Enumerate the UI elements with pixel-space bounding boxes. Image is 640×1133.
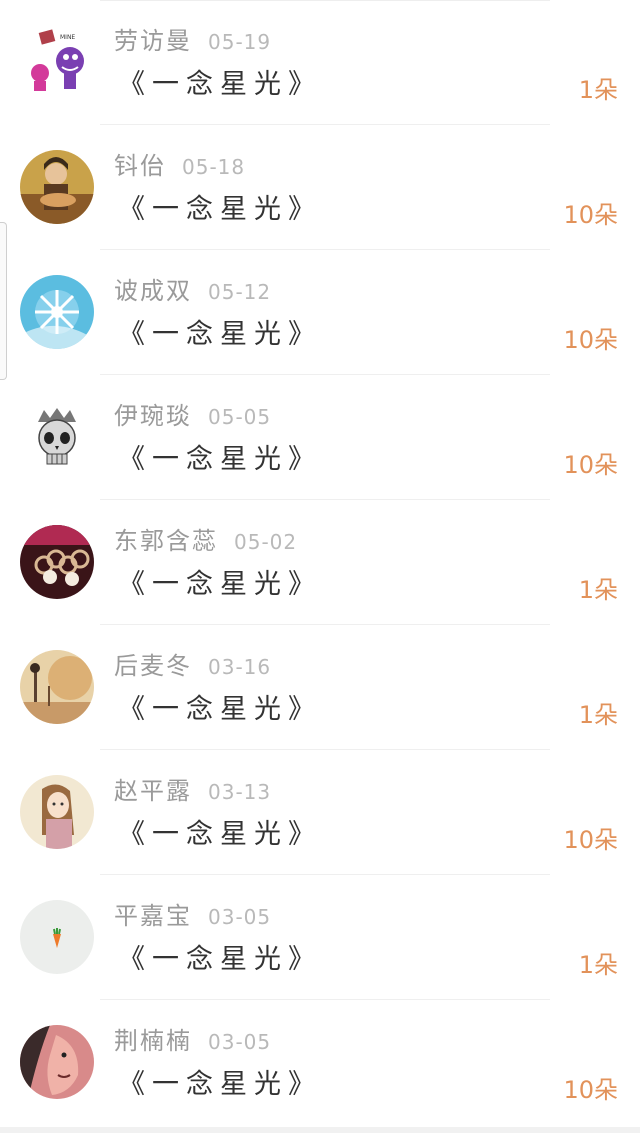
list-item[interactable]: 诐成双 05-12 《一念星光》 10朵 (0, 250, 640, 375)
gift-title: 《一念星光》 (118, 569, 322, 600)
list-item[interactable]: 伊琬琰 05-05 《一念星光》 10朵 (0, 375, 640, 500)
flower-count: 10朵 (563, 201, 618, 229)
flower-count: 10朵 (563, 1076, 618, 1104)
list-item[interactable]: 平嘉宝 03-05 《一念星光》 1朵 (0, 875, 640, 1000)
send-date: 05-12 (208, 280, 272, 304)
gift-title: 《一念星光》 (118, 194, 322, 225)
flower-count: 10朵 (563, 826, 618, 854)
gift-title: 《一念星光》 (118, 694, 322, 725)
gift-title: 《一念星光》 (118, 944, 322, 975)
send-date: 03-16 (208, 655, 272, 679)
send-date: 03-05 (208, 1030, 272, 1054)
list-item[interactable]: 荆楠楠 03-05 《一念星光》 10朵 (0, 1000, 640, 1125)
list-item[interactable]: 东郭含蕊 05-02 《一念星光》 1朵 (0, 500, 640, 625)
gift-title: 《一念星光》 (118, 444, 322, 475)
svg-text:MINE: MINE (60, 34, 75, 41)
carrot-avatar[interactable] (20, 900, 94, 974)
user-name: 劳访曼 05-19 (114, 27, 272, 55)
gift-title: 《一念星光》 (118, 319, 322, 350)
gift-title: 《一念星光》 (118, 1069, 322, 1100)
flower-count: 1朵 (578, 951, 618, 979)
crowned-skull-avatar[interactable] (20, 400, 94, 474)
flower-count: 10朵 (563, 326, 618, 354)
cartoon-monsters-avatar[interactable]: MINE (20, 25, 94, 99)
gift-record-list: MINE 劳访曼 05-19 《一念星光》 1朵 钭佁 05-18 《一念星光》 1… (0, 0, 640, 1133)
user-name: 赵平露 03-13 (114, 777, 272, 805)
user-name: 钭佁 05-18 (114, 152, 246, 180)
user-name: 东郭含蕊 05-02 (114, 527, 298, 555)
user-name: 荆楠楠 03-05 (114, 1027, 272, 1055)
autumn-painting-avatar[interactable] (20, 650, 94, 724)
pearl-earrings-avatar[interactable] (20, 525, 94, 599)
send-date: 05-19 (208, 30, 272, 54)
user-name: 后麦冬 03-16 (114, 652, 272, 680)
person-with-guitar-avatar[interactable] (20, 150, 94, 224)
gift-title: 《一念星光》 (118, 819, 322, 850)
send-date: 05-02 (234, 530, 298, 554)
blue-snowflake-avatar[interactable] (20, 275, 94, 349)
list-item[interactable]: 钭佁 05-18 《一念星光》 10朵 (0, 125, 640, 250)
list-item[interactable]: MINE 劳访曼 05-19 《一念星光》 1朵 (0, 0, 640, 125)
user-name: 平嘉宝 03-05 (114, 902, 272, 930)
flower-count: 10朵 (563, 451, 618, 479)
flower-count: 1朵 (578, 576, 618, 604)
send-date: 05-18 (182, 155, 246, 179)
bottom-strip (0, 1127, 640, 1133)
illustrated-girl-avatar[interactable] (20, 775, 94, 849)
gift-title: 《一念星光》 (118, 69, 322, 100)
list-item[interactable]: 赵平露 03-13 《一念星光》 10朵 (0, 750, 640, 875)
send-date: 03-05 (208, 905, 272, 929)
user-name: 诐成双 05-12 (114, 277, 272, 305)
flower-count: 1朵 (578, 76, 618, 104)
send-date: 03-13 (208, 780, 272, 804)
comic-face-avatar[interactable] (20, 1025, 94, 1099)
flower-count: 1朵 (578, 701, 618, 729)
list-item[interactable]: 后麦冬 03-16 《一念星光》 1朵 (0, 625, 640, 750)
user-name: 伊琬琰 05-05 (114, 402, 272, 430)
send-date: 05-05 (208, 405, 272, 429)
